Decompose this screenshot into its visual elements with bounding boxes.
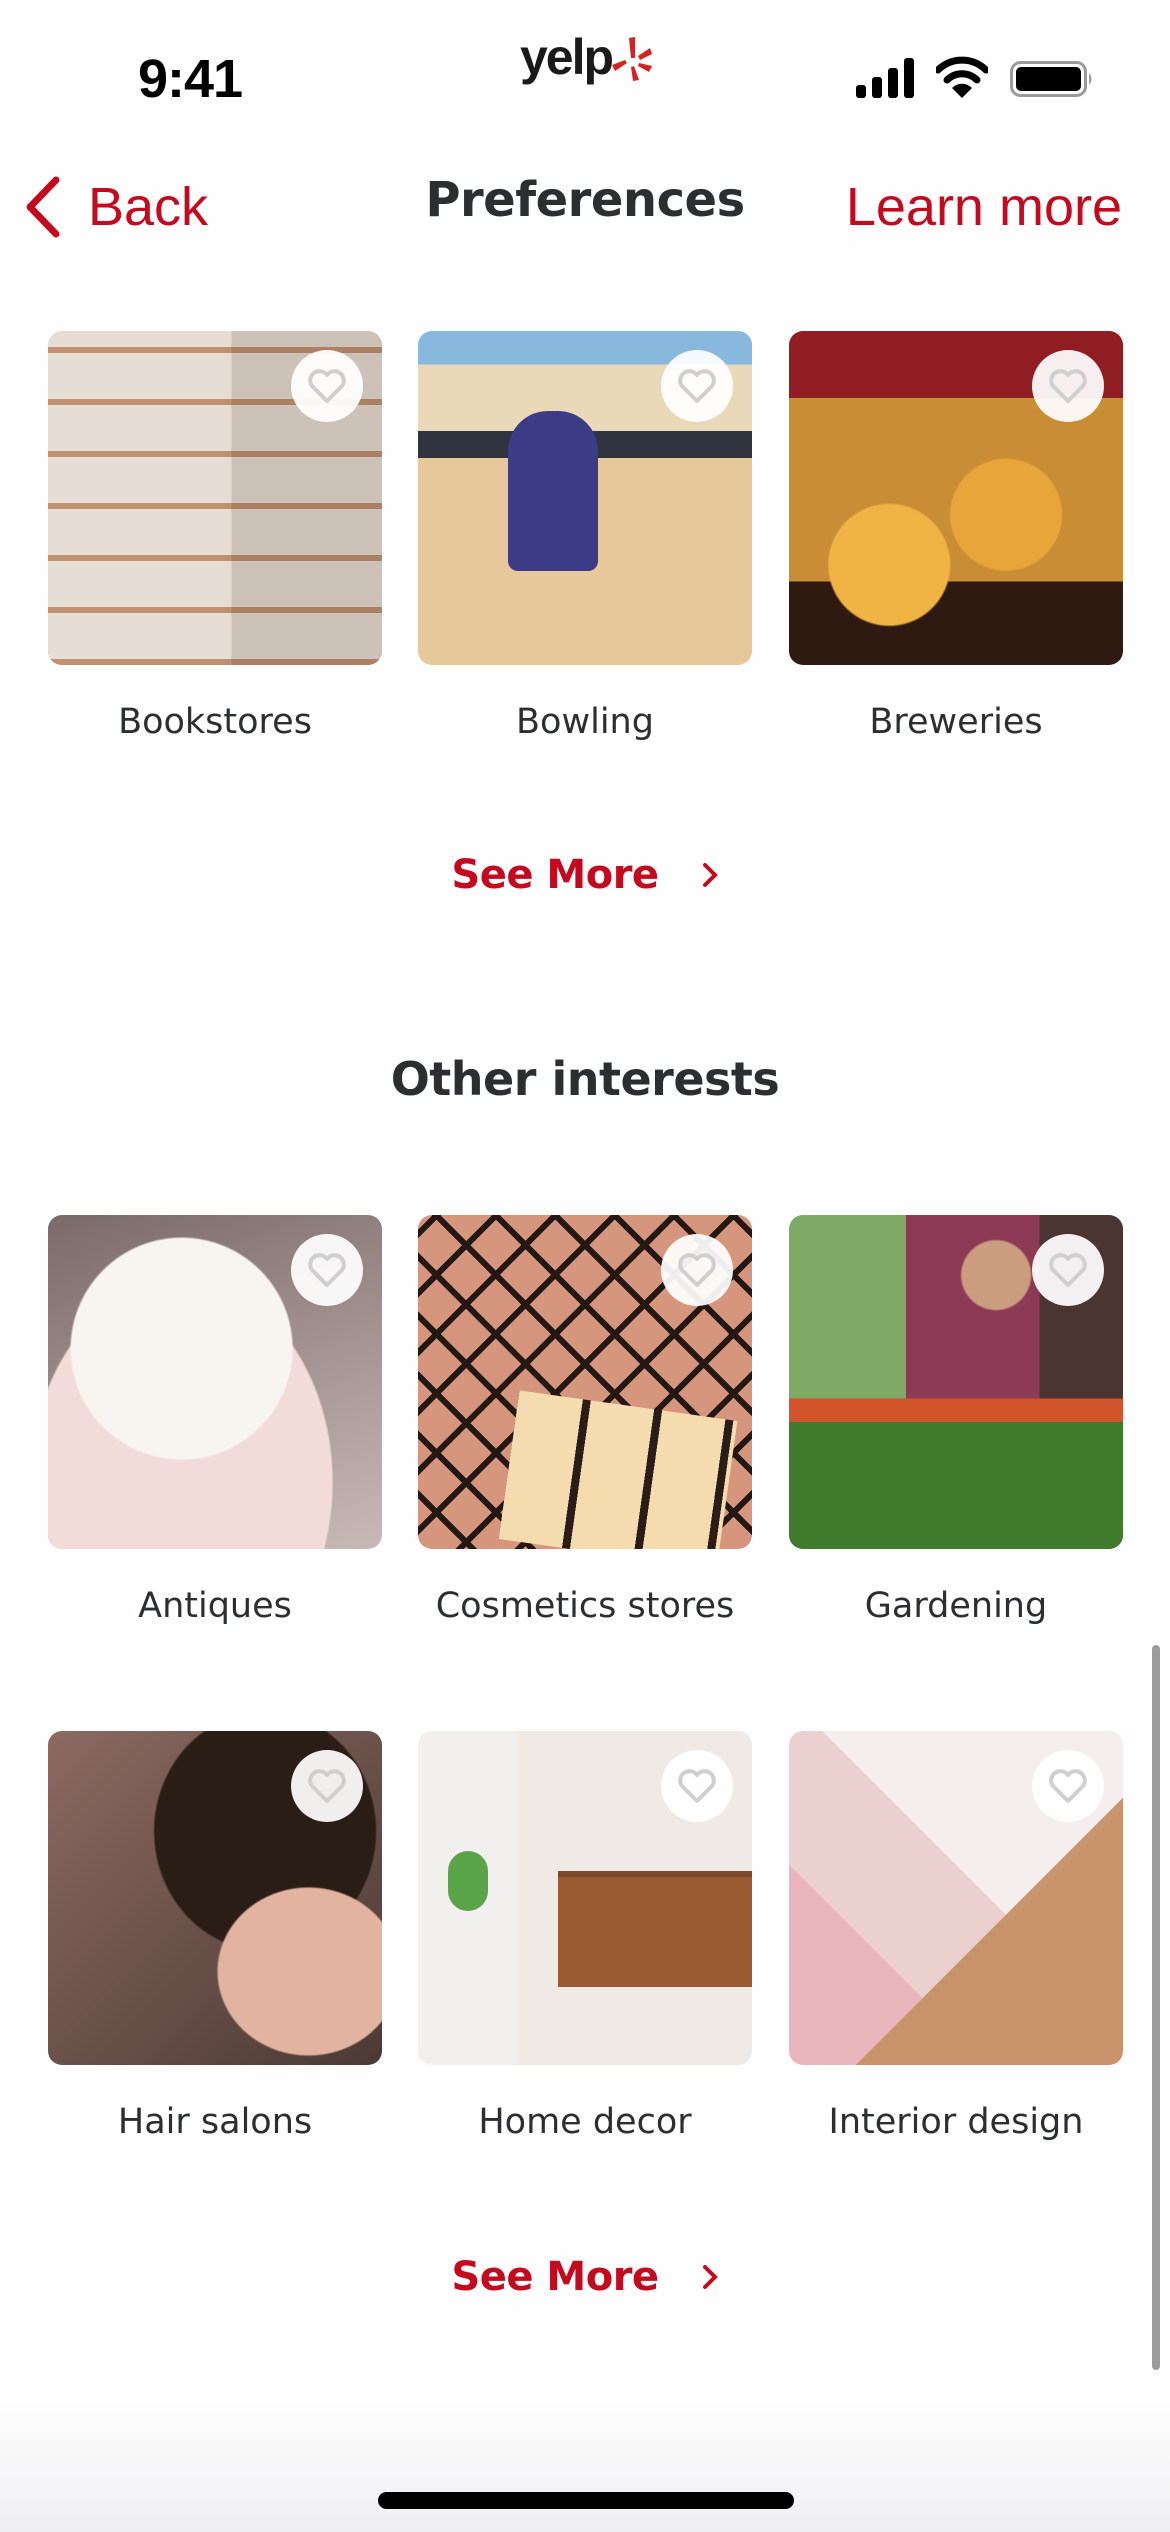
see-more-label: See More	[451, 2254, 659, 2300]
yelp-logo: yelp	[520, 29, 655, 90]
category-card-interior-design[interactable]	[789, 1731, 1123, 2065]
heart-icon	[678, 369, 716, 403]
yelp-burst-icon	[612, 37, 652, 81]
heart-icon	[678, 1253, 716, 1287]
favorite-button[interactable]	[1032, 1234, 1104, 1306]
bottom-fade	[0, 2400, 1170, 2532]
favorite-button[interactable]	[661, 1234, 733, 1306]
wifi-icon	[936, 56, 988, 98]
category-card-cosmetics-stores[interactable]	[418, 1215, 752, 1549]
see-more-label: See More	[451, 852, 659, 898]
category-card-gardening[interactable]	[789, 1215, 1123, 1549]
card-label: Bowling	[516, 702, 654, 742]
scrollbar[interactable]	[1152, 1645, 1160, 2370]
card-label: Gardening	[864, 1586, 1048, 1626]
chevron-right-icon	[702, 863, 718, 887]
heart-icon	[308, 1769, 346, 1803]
favorite-button[interactable]	[1032, 1750, 1104, 1822]
category-card-home-decor[interactable]	[418, 1731, 752, 2065]
learn-more-link[interactable]: Learn more	[846, 176, 1122, 238]
favorite-button[interactable]	[661, 350, 733, 422]
heart-icon	[308, 369, 346, 403]
signal-icon	[856, 58, 914, 98]
card-label: Interior design	[828, 2102, 1084, 2142]
heart-icon	[308, 1253, 346, 1287]
chevron-right-icon	[702, 2265, 718, 2289]
yelp-wordmark: yelp	[520, 29, 614, 85]
category-card-breweries[interactable]	[789, 331, 1123, 665]
category-card-hair-salons[interactable]	[48, 1731, 382, 2065]
heart-icon	[1049, 1769, 1087, 1803]
favorite-button[interactable]	[1032, 350, 1104, 422]
category-card-bowling[interactable]	[418, 331, 752, 665]
heart-icon	[1049, 1253, 1087, 1287]
see-more-button[interactable]: See More	[0, 852, 1170, 898]
status-time: 9:41	[138, 49, 243, 109]
category-card-bookstores[interactable]	[48, 331, 382, 665]
see-more-button[interactable]: See More	[0, 2254, 1170, 2300]
home-indicator[interactable]	[378, 2492, 794, 2509]
card-label: Cosmetics stores	[435, 1586, 735, 1626]
card-label: Home decor	[478, 2102, 692, 2142]
card-label: Antiques	[138, 1586, 292, 1626]
card-label: Bookstores	[118, 702, 312, 742]
card-label: Hair salons	[117, 2102, 313, 2142]
card-label: Breweries	[869, 702, 1043, 742]
heart-icon	[678, 1769, 716, 1803]
favorite-button[interactable]	[291, 350, 363, 422]
favorite-button[interactable]	[291, 1750, 363, 1822]
favorite-button[interactable]	[291, 1234, 363, 1306]
section-title-other-interests: Other interests	[390, 1052, 780, 1106]
category-card-antiques[interactable]	[48, 1215, 382, 1549]
favorite-button[interactable]	[661, 1750, 733, 1822]
battery-icon	[1010, 61, 1092, 97]
heart-icon	[1049, 369, 1087, 403]
